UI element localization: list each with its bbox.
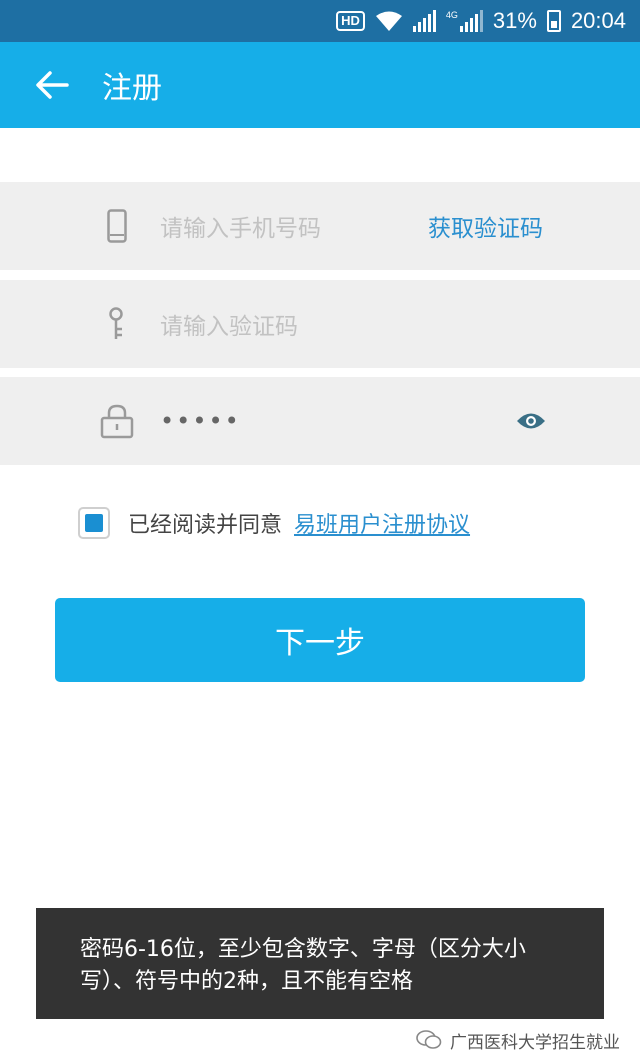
code-field-row: 请输入验证码 [0, 280, 640, 368]
signal-4g-icon: 4G [446, 10, 483, 32]
clock: 20:04 [570, 8, 626, 33]
phone-input[interactable]: 请输入手机号码 [160, 209, 321, 243]
eye-icon [517, 413, 545, 429]
back-button[interactable] [16, 42, 88, 128]
hd-badge: HD [336, 11, 365, 31]
watermark-text: 广西医科大学招生就业 [450, 1032, 620, 1053]
battery-icon [546, 10, 561, 32]
app-bar: 注册 [0, 42, 640, 128]
next-step-button[interactable]: 下一步 [55, 598, 585, 682]
arrow-left-icon [36, 71, 69, 99]
network-label: 4G [445, 10, 458, 20]
get-code-button[interactable]: 获取验证码 [428, 209, 543, 243]
status-bar: HD 4G 31% 20:04 [0, 0, 640, 42]
watermark: 广西医科大学招生就业 [416, 1024, 620, 1056]
lock-icon [100, 401, 134, 441]
toast-message: 密码6-16位，至少包含数字、字母（区分大小写）、符号中的2种，且不能有空格 [36, 908, 604, 1019]
phone-icon [100, 206, 134, 246]
key-icon [100, 304, 134, 344]
page-title: 注册 [102, 71, 162, 106]
wechat-icon [416, 1030, 442, 1049]
agreement-text: 已经阅读并同意 [128, 513, 283, 538]
agreement-row: 已经阅读并同意 易班用户注册协议 [78, 504, 470, 542]
password-field-row: ••••• [0, 377, 640, 465]
code-input[interactable]: 请输入验证码 [160, 307, 298, 341]
toggle-password-button[interactable] [514, 406, 548, 436]
wifi-icon [375, 11, 402, 31]
phone-field-row: 请输入手机号码 获取验证码 [0, 182, 640, 270]
agreement-checkbox[interactable] [78, 507, 110, 539]
password-input[interactable]: ••••• [160, 407, 241, 435]
signal-icon [412, 10, 436, 32]
battery-percent: 31% [492, 8, 537, 33]
agreement-link[interactable]: 易班用户注册协议 [294, 507, 470, 539]
